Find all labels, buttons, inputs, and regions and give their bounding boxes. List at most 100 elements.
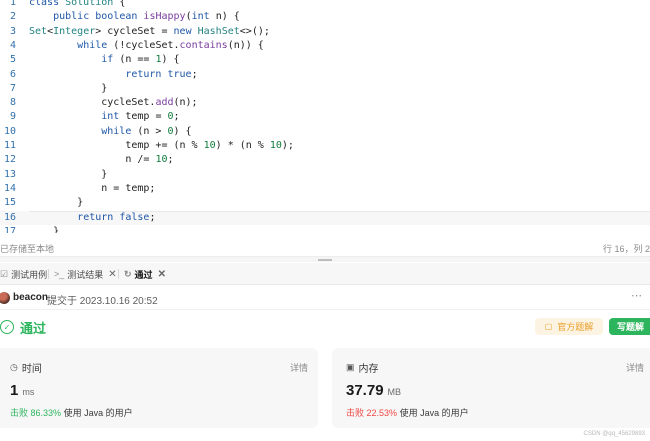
submission-header: beacon 提交于 2023.10.16 20:52 ⋯	[0, 287, 650, 309]
official-solution-button[interactable]: ▢ 官方题解	[535, 318, 603, 335]
runtime-card-header: ◷ 时间	[10, 360, 42, 375]
write-solution-button[interactable]: 写题解	[609, 318, 650, 335]
write-solution-label: 写题解	[617, 322, 645, 332]
code-line[interactable]: 7 }	[0, 82, 650, 96]
line-number: 9	[9, 111, 16, 123]
panel-splitter[interactable]	[0, 256, 650, 262]
memory-beat-suffix: 使用 Java 的用户	[399, 408, 469, 418]
code-line[interactable]: 14 n = temp;	[0, 182, 650, 196]
code-line[interactable]: 2 public boolean isHappy(int n) {	[0, 10, 650, 24]
runtime-card[interactable]: ◷ 时间 详情 1 ms 击败 86.33% 使用 Java 的用户	[0, 348, 318, 428]
tab-test-case[interactable]: ☑ 测试用例	[0, 263, 47, 285]
code-line[interactable]: 17 }	[0, 225, 650, 233]
code-text[interactable]: cycleSet.add(n);	[29, 96, 197, 110]
runtime-beat-percent: 86.33%	[30, 408, 62, 418]
divider	[0, 309, 650, 310]
result-status: ✓ 通过	[0, 318, 46, 336]
runtime-title: 时间	[21, 364, 42, 375]
runtime-beat: 击败 86.33% 使用 Java 的用户	[10, 406, 133, 419]
line-number: 7	[9, 82, 16, 94]
code-line[interactable]: 10 while (n > 0) {	[0, 125, 650, 139]
line-number: 12	[3, 154, 16, 166]
memory-value: 37.79	[346, 382, 384, 399]
editor-status-bar: 已存储至本地 行 16，列 2	[0, 238, 650, 258]
line-number: 8	[9, 97, 16, 109]
code-text[interactable]: while (!cycleSet.contains(n)) {	[29, 39, 264, 53]
code-line[interactable]: 11 temp += (n % 10) * (n % 10);	[0, 139, 650, 153]
tab-test-result[interactable]: >_ 测试结果 ✕	[54, 263, 117, 285]
code-line[interactable]: 12 n /= 10;	[0, 153, 650, 167]
code-line[interactable]: 5 if (n == 1) {	[0, 53, 650, 67]
check-circle-icon: ✓	[0, 320, 14, 334]
code-text[interactable]: }	[29, 168, 107, 182]
code-line[interactable]: 16 return false;	[0, 210, 650, 225]
line-number: 15	[3, 197, 16, 209]
code-text[interactable]: if (n == 1) {	[29, 53, 179, 67]
line-number: 1	[9, 0, 16, 8]
runtime-value: 1	[10, 382, 19, 399]
runtime-beat-suffix: 使用 Java 的用户	[63, 408, 133, 418]
code-editor[interactable]: 1 class Solution {2 public boolean isHapp…	[0, 0, 650, 233]
memory-beat-percent: 22.53%	[366, 408, 398, 418]
code-text[interactable]: int temp = 0;	[29, 110, 179, 124]
checkbox-icon: ☑	[0, 268, 9, 279]
memory-beat: 击败 22.53% 使用 Java 的用户	[346, 406, 469, 419]
submission-time: 提交于 2023.10.16 20:52	[47, 296, 158, 307]
line-number: 5	[9, 54, 16, 66]
code-text[interactable]: }	[29, 82, 107, 96]
memory-detail-link[interactable]: 详情	[626, 361, 644, 374]
line-number: 16	[3, 211, 16, 223]
code-line[interactable]: 9 int temp = 0;	[0, 110, 650, 124]
line-number: 17	[3, 225, 16, 233]
tab-label: 通过	[134, 269, 153, 280]
code-text[interactable]: public boolean isHappy(int n) {	[29, 10, 240, 24]
result-label: 通过	[20, 320, 47, 336]
code-text[interactable]: }	[29, 225, 59, 233]
line-number: 4	[9, 39, 16, 51]
indent-guide-line	[29, 211, 650, 212]
code-line[interactable]: 13 }	[0, 168, 650, 182]
official-solution-label: 官方题解	[557, 322, 594, 332]
code-text[interactable]: return false;	[29, 211, 155, 225]
runtime-detail-link[interactable]: 详情	[290, 361, 308, 374]
memory-title: 内存	[358, 364, 379, 375]
chip-icon: ▣	[346, 362, 355, 372]
book-icon: ▢	[544, 322, 553, 331]
code-text[interactable]: return true;	[29, 68, 197, 82]
code-text[interactable]: Set<Integer> cycleSet = new HashSet<>();	[29, 25, 270, 39]
code-text[interactable]: n /= 10;	[29, 153, 173, 167]
code-text[interactable]: n = temp;	[29, 182, 155, 196]
tab-divider	[48, 269, 49, 279]
code-text[interactable]: }	[29, 196, 83, 210]
tab-label: 测试用例	[11, 269, 48, 280]
runtime-unit: ms	[22, 387, 35, 397]
close-icon[interactable]: ✕	[158, 269, 166, 280]
code-line[interactable]: 8 cycleSet.add(n);	[0, 96, 650, 110]
code-text[interactable]: temp += (n % 10) * (n % 10);	[29, 139, 294, 153]
tab-accepted[interactable]: ↻ 通过 ✕	[124, 263, 166, 285]
line-number: 10	[3, 125, 16, 137]
result-tab-bar: ☑ 测试用例 >_ 测试结果 ✕ ↻ 通过 ✕	[0, 263, 650, 285]
avatar[interactable]	[0, 292, 10, 304]
line-number: 14	[3, 182, 16, 194]
code-line[interactable]: 15 }	[0, 196, 650, 210]
memory-card[interactable]: ▣ 内存 详情 37.79 MB 击败 22.53% 使用 Java 的用户	[332, 348, 650, 428]
username[interactable]: beacon	[13, 292, 48, 303]
code-line[interactable]: 4 while (!cycleSet.contains(n)) {	[0, 39, 650, 53]
memory-card-header: ▣ 内存	[346, 360, 379, 375]
code-line[interactable]: 1 class Solution {	[0, 0, 650, 10]
memory-unit: MB	[387, 387, 402, 397]
line-number: 11	[3, 140, 16, 151]
code-line[interactable]: 3 Set<Integer> cycleSet = new HashSet<>()…	[0, 25, 650, 39]
tab-divider	[118, 269, 119, 279]
code-line[interactable]: 6 return true;	[0, 68, 650, 82]
more-options-icon[interactable]: ⋯	[631, 289, 642, 302]
line-number: 3	[9, 25, 16, 37]
code-text[interactable]: class Solution {	[29, 0, 125, 10]
watermark: CSDN @qq_45629893	[583, 431, 645, 437]
line-number: 2	[9, 11, 16, 23]
close-icon[interactable]: ✕	[108, 269, 116, 280]
code-text[interactable]: while (n > 0) {	[29, 125, 191, 139]
drag-handle-icon[interactable]	[318, 259, 332, 261]
save-status-text: 已存储至本地	[0, 244, 55, 254]
